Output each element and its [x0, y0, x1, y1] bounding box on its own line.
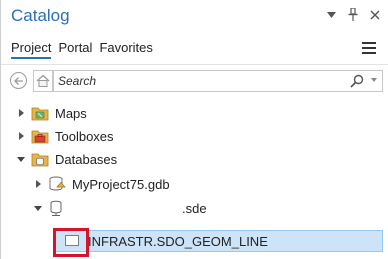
search-icon[interactable]: [350, 74, 364, 88]
home-icon: [36, 74, 50, 87]
catalog-tabs: Project Portal Favorites: [11, 40, 153, 59]
tree-item-label: Toolboxes: [55, 128, 114, 144]
collapse-caret-icon[interactable]: [15, 153, 27, 165]
tree-item-databases[interactable]: Databases: [15, 148, 117, 170]
tree-item-label: INFRASTR.SDO_GEOM_LINE: [88, 233, 268, 249]
title-bar-buttons: [325, 8, 381, 22]
tree-item-label: Databases: [55, 151, 118, 167]
tab-project[interactable]: Project: [11, 40, 52, 59]
search-options-dropdown[interactable]: [371, 78, 377, 82]
tab-portal[interactable]: Portal: [58, 40, 92, 59]
highlight-annotation-box: [53, 228, 89, 257]
tab-favorites[interactable]: Favorites: [99, 40, 152, 59]
tree-item-sde-connection[interactable]: .sde: [32, 197, 207, 219]
geodatabase-icon: [48, 176, 66, 192]
tree-item-feature-class[interactable]: INFRASTR.SDO_GEOM_LINE: [88, 230, 268, 252]
expand-caret-icon[interactable]: [32, 178, 44, 190]
tree-item-toolboxes[interactable]: Toolboxes: [15, 125, 114, 147]
collapse-caret-icon[interactable]: [32, 202, 44, 214]
database-connection-icon: [48, 200, 66, 216]
arrow-left-icon: [13, 76, 23, 85]
close-icon[interactable]: [369, 8, 381, 22]
pane-title: Catalog: [11, 6, 70, 25]
expand-caret-icon[interactable]: [15, 130, 27, 142]
search-input[interactable]: [58, 72, 338, 90]
back-button[interactable]: [10, 72, 27, 89]
tree-item-label: Maps: [55, 105, 87, 121]
tree-item-maps[interactable]: Maps: [15, 102, 87, 124]
home-button[interactable]: [33, 70, 53, 92]
tree-item-gdb[interactable]: MyProject75.gdb: [32, 173, 170, 195]
menu-icon[interactable]: [362, 42, 376, 54]
search-field: [53, 70, 383, 92]
pin-icon[interactable]: [347, 8, 359, 22]
databases-folder-icon: [31, 151, 49, 167]
tree-item-label: MyProject75.gdb: [72, 176, 170, 192]
maps-folder-icon: [31, 105, 49, 121]
divider: [1, 64, 388, 65]
tree-item-label: .sde: [182, 200, 207, 216]
toolbox-folder-icon: [31, 128, 49, 144]
catalog-pane: Catalog Project Portal Favorites Search …: [0, 0, 388, 259]
chevron-down-icon[interactable]: [325, 8, 337, 22]
expand-caret-icon[interactable]: [15, 107, 27, 119]
title-bar: Catalog: [1, 0, 388, 34]
